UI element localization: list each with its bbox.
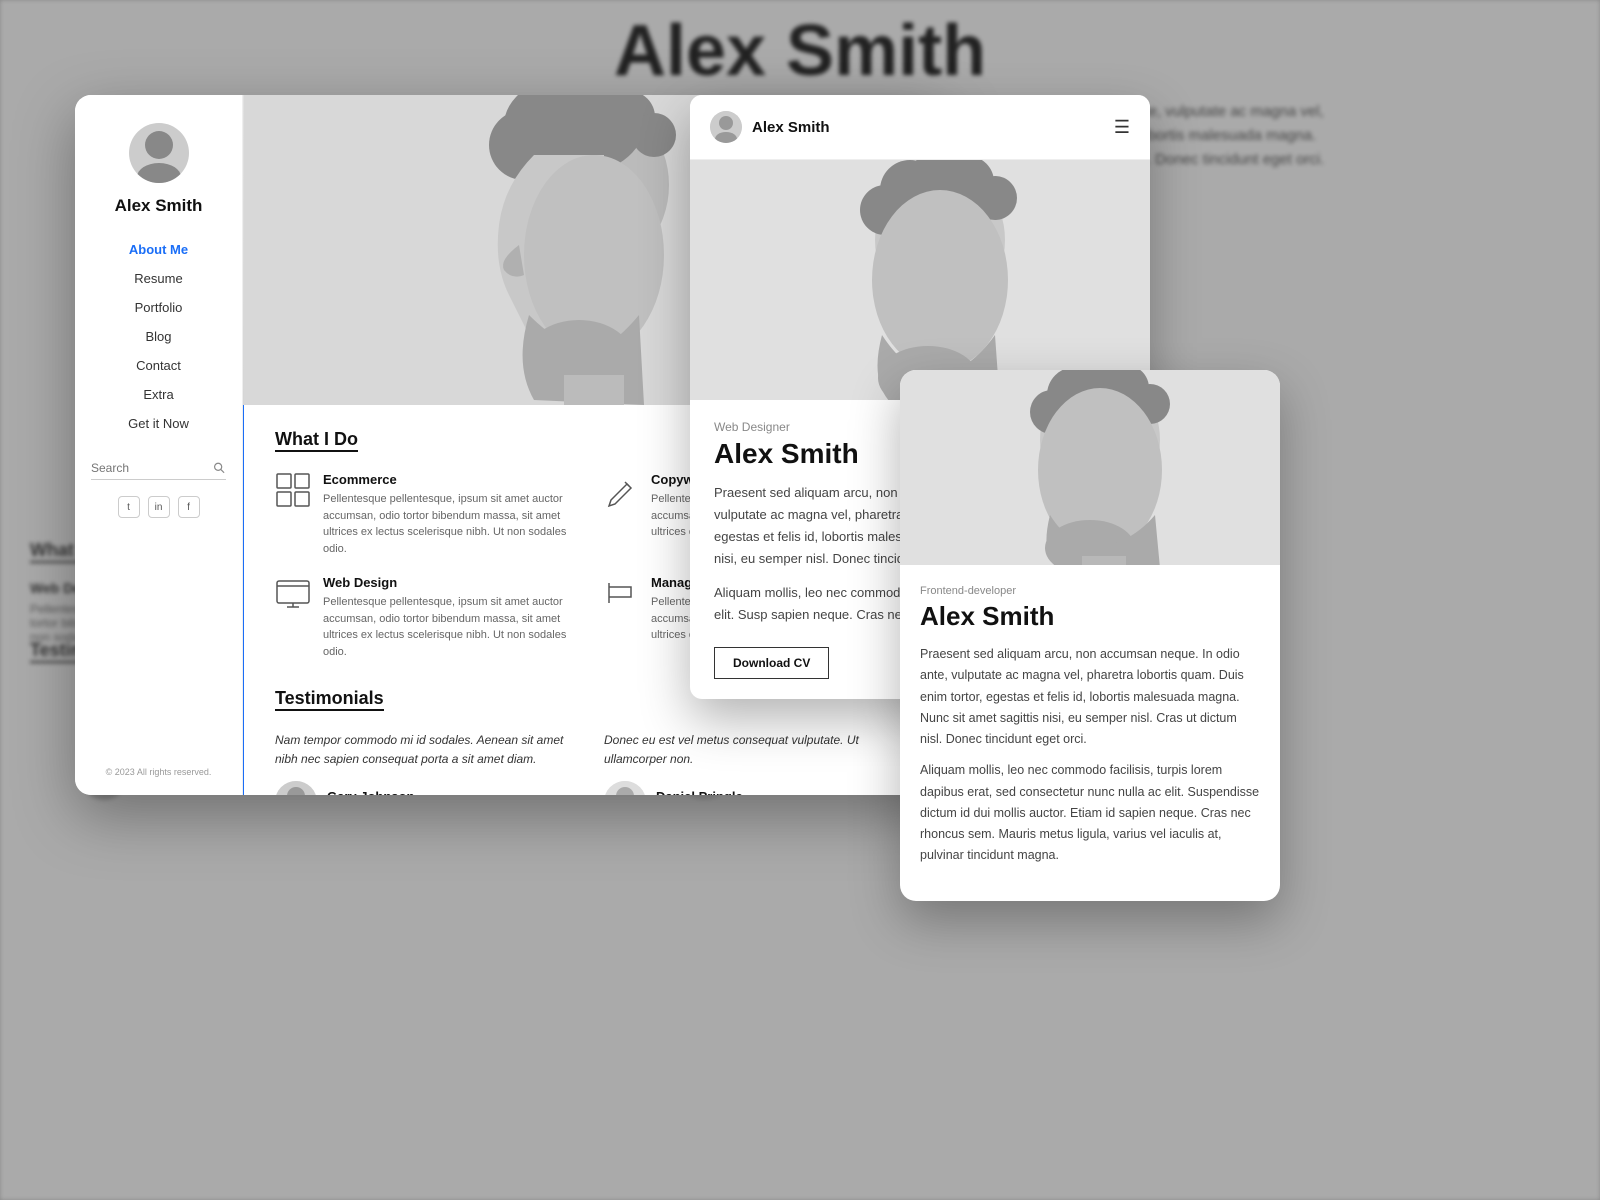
sidebar: Alex Smith About Me Resume Portfolio Blo… [75, 95, 243, 795]
sidebar-social: t in f [118, 496, 200, 518]
what-i-do-title: What I Do [275, 429, 358, 452]
ecommerce-icon [275, 472, 311, 508]
mobile-card-role: Frontend-developer [920, 585, 1260, 597]
service-ecommerce: Ecommerce Pellentesque pellentesque, ips… [275, 472, 585, 557]
right-panel-header-left: Alex Smith [710, 111, 830, 143]
sidebar-item-resume[interactable]: Resume [91, 265, 226, 292]
sidebar-item-portfolio[interactable]: Portfolio [91, 294, 226, 321]
bg-page-title: Alex Smith [614, 10, 986, 92]
daniel-testimonial-text: Donec eu est vel metus consequat vulputa… [604, 731, 913, 769]
daniel-avatar [604, 781, 646, 795]
testimonial-gary: Nam tempor commodo mi id sodales. Aenean… [275, 731, 584, 795]
facebook-icon[interactable]: f [178, 496, 200, 518]
daniel-person: Daniel Pringle Rolling Thunder [604, 781, 913, 795]
mobile-card-title: Alex Smith [920, 601, 1260, 632]
sidebar-name: Alex Smith [115, 195, 203, 216]
mobile-card-body: Frontend-developer Alex Smith Praesent s… [900, 565, 1280, 901]
web-design-title: Web Design [323, 575, 585, 590]
gary-name: Gary Johnson [327, 789, 421, 795]
mobile-card-hero [900, 370, 1280, 565]
testimonial-daniel: Donec eu est vel metus consequat vulputa… [604, 731, 913, 795]
mobile-card-desc2: Aliquam mollis, leo nec commodo facilisi… [920, 760, 1260, 866]
service-web-design: Web Design Pellentesque pellentesque, ip… [275, 575, 585, 660]
testimonials-title: Testimonials [275, 688, 384, 711]
sidebar-item-extra[interactable]: Extra [91, 381, 226, 408]
daniel-name: Daniel Pringle [656, 789, 743, 795]
mobile-card-desc1: Praesent sed aliquam arcu, non accumsan … [920, 644, 1260, 750]
sidebar-item-contact[interactable]: Contact [91, 352, 226, 379]
gary-testimonial-text: Nam tempor commodo mi id sodales. Aenean… [275, 731, 584, 769]
hamburger-icon[interactable]: ☰ [1114, 117, 1130, 138]
management-icon [603, 575, 639, 611]
sidebar-item-about[interactable]: About Me [91, 236, 226, 263]
ecommerce-desc: Pellentesque pellentesque, ipsum sit ame… [323, 491, 585, 557]
web-design-icon [275, 575, 311, 611]
search-icon [213, 461, 226, 475]
sidebar-footer: © 2023 All rights reserved. [106, 766, 212, 779]
ecommerce-title: Ecommerce [323, 472, 585, 487]
mobile-card: Frontend-developer Alex Smith Praesent s… [900, 370, 1280, 901]
copywriter-icon [603, 472, 639, 508]
testimonials-grid: Nam tempor commodo mi id sodales. Aenean… [275, 731, 913, 795]
sidebar-item-blog[interactable]: Blog [91, 323, 226, 350]
web-design-desc: Pellentesque pellentesque, ipsum sit ame… [323, 594, 585, 660]
gary-person: Gary Johnson Locost Accessories [275, 781, 584, 795]
sidebar-item-get-it-now[interactable]: Get it Now [91, 410, 226, 437]
twitter-icon[interactable]: t [118, 496, 140, 518]
right-panel-hero-image [690, 160, 1150, 400]
gary-avatar [275, 781, 317, 795]
sidebar-avatar [129, 123, 189, 183]
search-input[interactable] [91, 461, 213, 475]
linkedin-icon[interactable]: in [148, 496, 170, 518]
right-panel-avatar [710, 111, 742, 143]
download-cv-button[interactable]: Download CV [714, 647, 829, 679]
sidebar-nav: About Me Resume Portfolio Blog Contact E… [91, 236, 226, 437]
right-panel-header-name: Alex Smith [752, 119, 830, 136]
sidebar-search-box[interactable] [91, 461, 226, 480]
right-panel-header: Alex Smith ☰ [690, 95, 1150, 160]
